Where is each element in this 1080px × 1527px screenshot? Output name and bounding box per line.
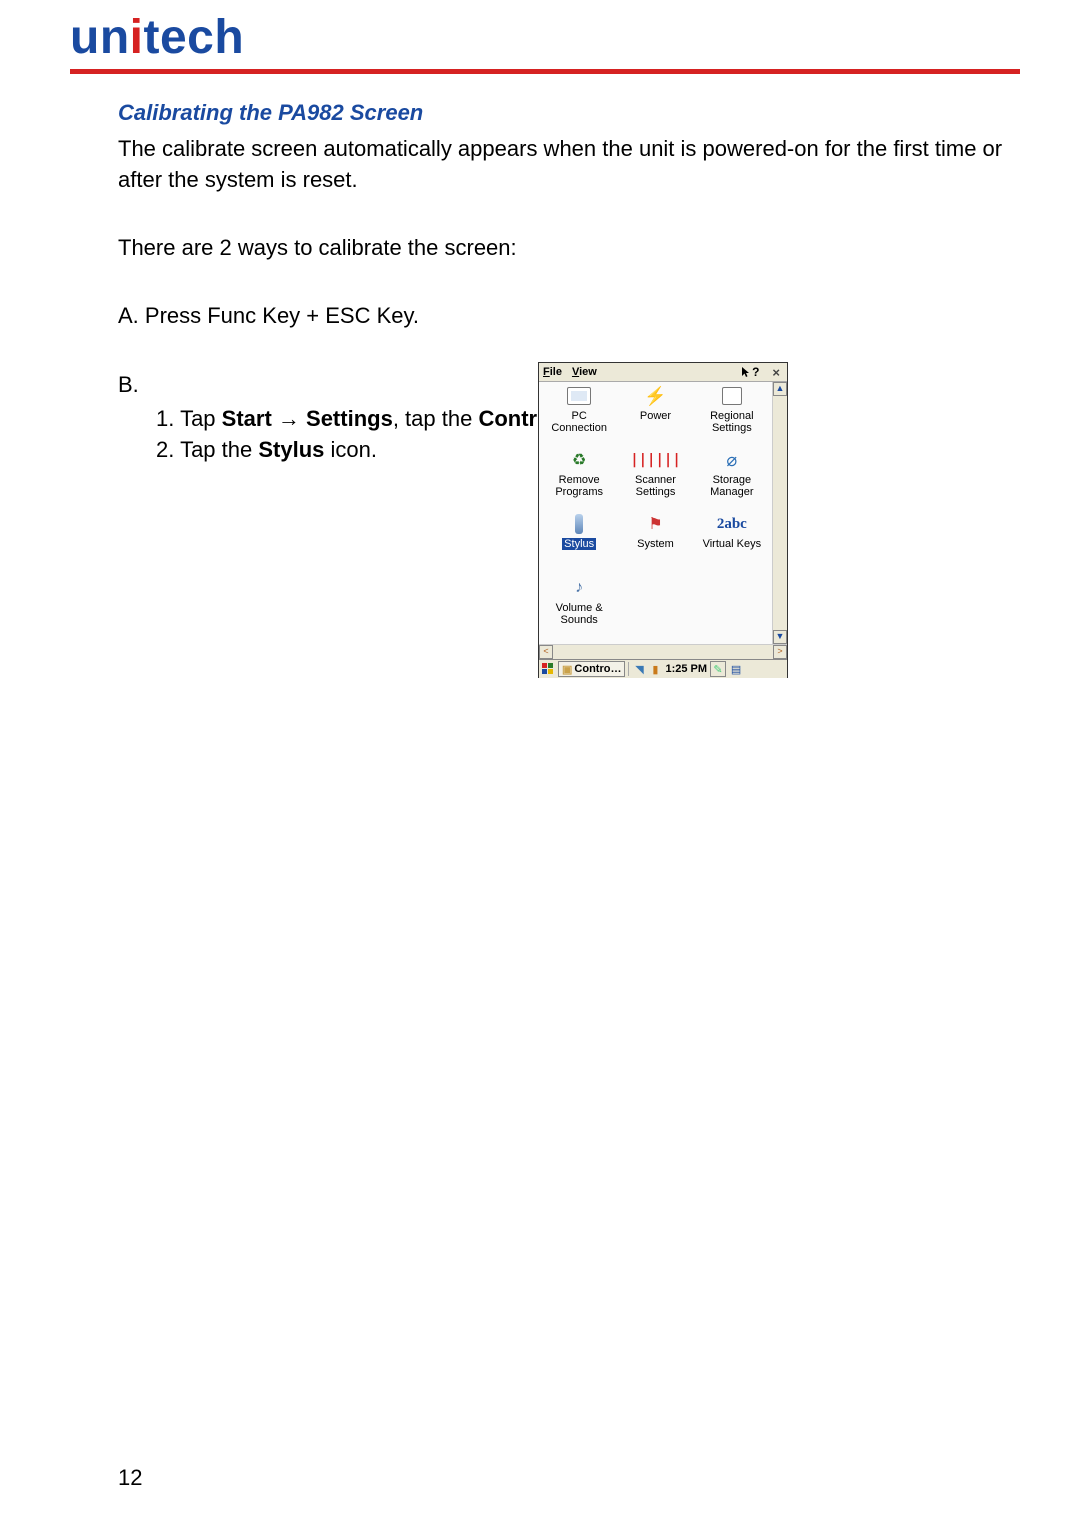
taskbar-active-app[interactable]: ▣ Contro… xyxy=(558,661,625,677)
unitech-logo: unitech xyxy=(70,10,1080,65)
volume-sounds-icon: ♪ xyxy=(565,576,593,600)
cp-item-pc-connection[interactable]: PC Connection xyxy=(542,382,616,434)
tray-battery-icon[interactable]: ▮ xyxy=(648,662,662,676)
cp-item-regional-settings[interactable]: Regional Settings xyxy=(695,382,769,434)
windows-flag-icon xyxy=(541,662,555,676)
menu-file[interactable]: File xyxy=(543,366,562,378)
folder-icon: ▣ xyxy=(562,663,572,676)
cp-item-power[interactable]: ⚡ Power xyxy=(618,382,692,422)
remove-programs-icon: ♻ xyxy=(565,448,593,472)
stylus-icon xyxy=(565,512,593,536)
page-number: 12 xyxy=(118,1465,142,1491)
system-tray: ◥ ▮ xyxy=(632,662,662,676)
tray-sip-icon[interactable]: ✎ xyxy=(710,661,726,677)
taskbar: ▣ Contro… ◥ ▮ 1:25 PM ✎ ▤ xyxy=(539,659,787,678)
close-icon[interactable]: × xyxy=(769,365,783,380)
scroll-up-button[interactable]: ▲ xyxy=(773,382,787,396)
logo-dot: i xyxy=(130,11,144,64)
cp-item-remove-programs[interactable]: ♻ Remove Programs xyxy=(542,446,616,498)
scroll-right-button[interactable]: > xyxy=(773,645,787,659)
regional-settings-icon xyxy=(718,384,746,408)
cursor-icon xyxy=(741,366,751,378)
way-a: A. Press Func Key + ESC Key. xyxy=(118,301,1020,331)
logo-text-suffix: tech xyxy=(143,11,244,64)
help-icon[interactable]: ? xyxy=(741,365,759,379)
scroll-down-button[interactable]: ▼ xyxy=(773,630,787,644)
cp-item-storage-manager[interactable]: ⌀ Storage Manager xyxy=(695,446,769,498)
intro-paragraph: The calibrate screen automatically appea… xyxy=(118,134,1020,195)
control-panel-window: File View ? × PC Connection ⚡ Power xyxy=(538,362,788,678)
storage-manager-icon: ⌀ xyxy=(718,448,746,472)
page-header: unitech xyxy=(0,0,1080,65)
scanner-settings-icon: |||||| xyxy=(641,448,669,472)
start-button[interactable] xyxy=(541,662,555,676)
tray-network-icon[interactable]: ◥ xyxy=(632,662,646,676)
control-panel-icon-grid: PC Connection ⚡ Power Regional Settings … xyxy=(539,382,772,644)
power-icon: ⚡ xyxy=(641,384,669,408)
cp-item-scanner-settings[interactable]: |||||| Scanner Settings xyxy=(618,446,692,498)
control-panel-menubar: File View ? × xyxy=(539,363,787,382)
scroll-left-button[interactable]: < xyxy=(539,645,553,659)
cp-item-system[interactable]: ⚑ System xyxy=(618,510,692,550)
cp-item-virtual-keys[interactable]: 2abc Virtual Keys xyxy=(695,510,769,550)
ways-line: There are 2 ways to calibrate the screen… xyxy=(118,233,1020,263)
section-heading: Calibrating the PA982 Screen xyxy=(118,98,1020,128)
horizontal-scrollbar[interactable]: < > xyxy=(539,644,787,659)
tray-desktop-icon[interactable]: ▤ xyxy=(729,662,743,676)
cp-item-stylus[interactable]: Stylus xyxy=(542,510,616,550)
pc-connection-icon xyxy=(565,384,593,408)
logo-text-prefix: un xyxy=(70,11,130,64)
system-icon: ⚑ xyxy=(641,512,669,536)
taskbar-clock[interactable]: 1:25 PM xyxy=(665,663,707,675)
virtual-keys-icon: 2abc xyxy=(718,512,746,536)
menu-view[interactable]: View xyxy=(572,366,597,378)
vertical-scrollbar[interactable]: ▲ ▼ xyxy=(772,382,787,644)
cp-item-volume-sounds[interactable]: ♪ Volume & Sounds xyxy=(542,574,616,626)
